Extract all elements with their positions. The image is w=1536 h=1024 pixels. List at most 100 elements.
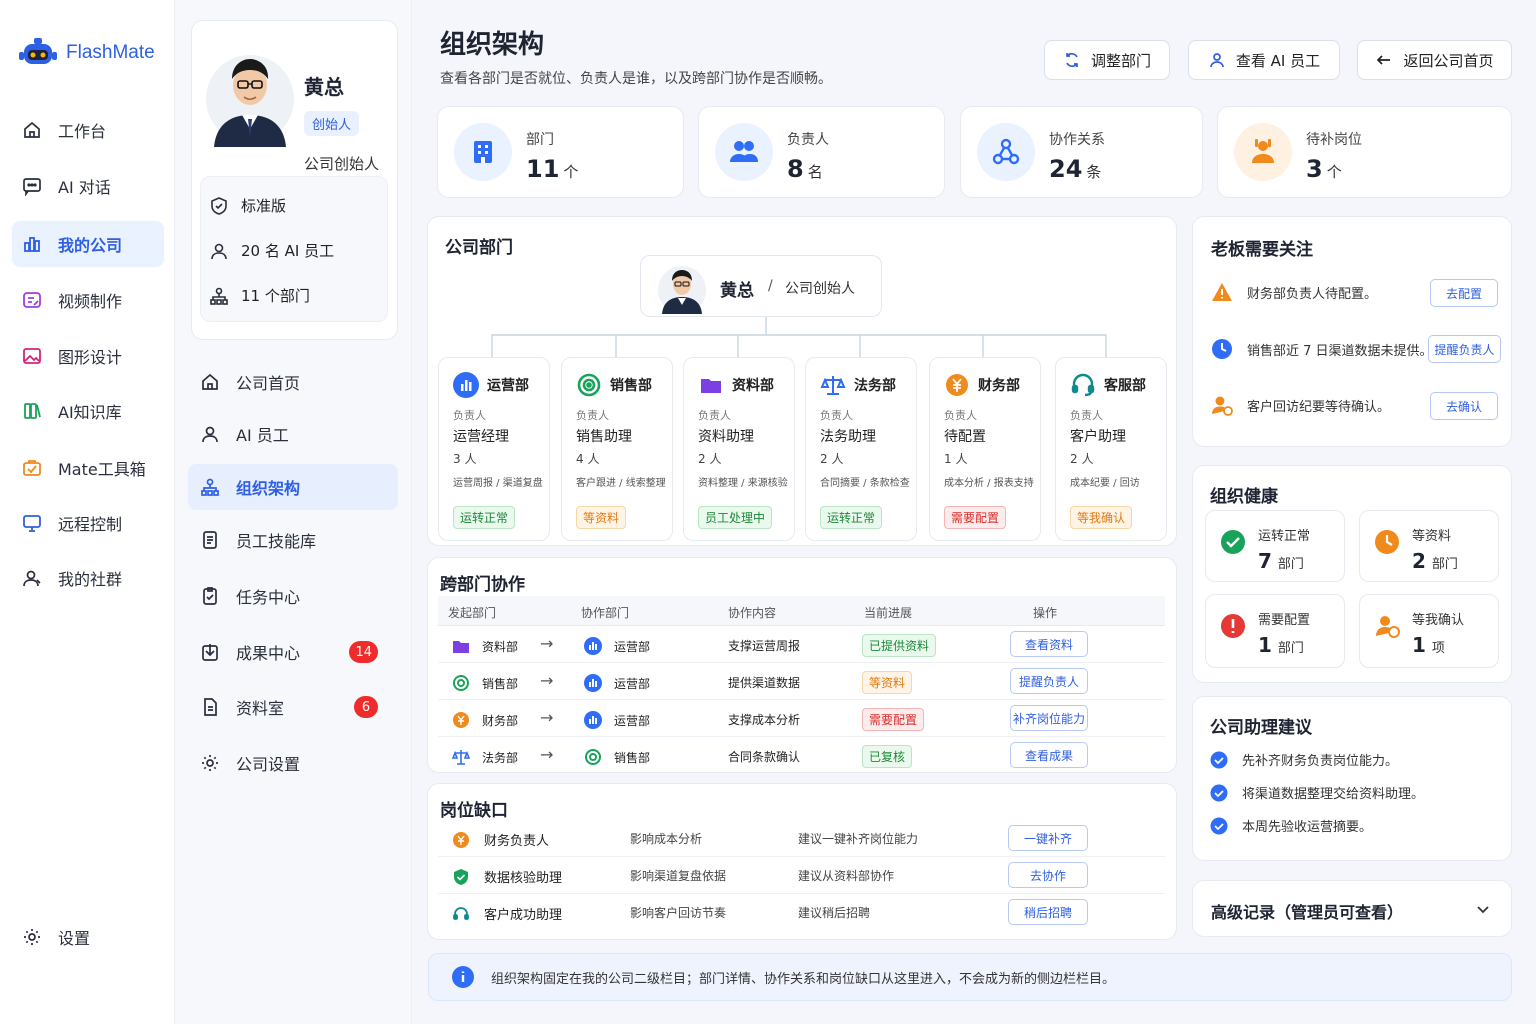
configure-button[interactable]: 去配置	[1430, 279, 1498, 307]
go-collaborate-button[interactable]: 去协作	[1008, 862, 1088, 888]
from-dept: 销售部	[482, 676, 519, 691]
dept-count: 2 人	[698, 452, 722, 466]
view-materials-button[interactable]: 查看资料	[1010, 631, 1088, 657]
dept-lead-label: 负责人	[1070, 409, 1103, 422]
gap-suggestion: 建议从资料部协作	[798, 869, 895, 883]
one-click-fill-button[interactable]: 一键补齐	[1008, 825, 1088, 851]
collab-content: 合同条款确认	[728, 750, 801, 764]
gap-impact: 影响客户回访节奏	[630, 906, 727, 920]
dept-lead-label: 负责人	[944, 409, 977, 422]
status-badge: 已复核	[862, 745, 913, 768]
confirm-button[interactable]: 去确认	[1430, 392, 1498, 420]
health-unit: 部门	[1277, 557, 1304, 572]
dept-card-legal[interactable]: 法务部 负责人 法务助理 2 人 合同摘要 / 条款检查 运转正常	[805, 357, 917, 541]
health-value: 2 部门	[1412, 549, 1458, 573]
status-badge: 运转正常	[453, 506, 516, 529]
health-number: 7	[1258, 549, 1272, 573]
status-badge: 等我确认	[1070, 506, 1133, 529]
dept-card-finance[interactable]: 财务部 负责人 待配置 1 人 成本分析 / 报表支持 需要配置	[929, 357, 1041, 541]
dept-manager: 销售助理	[576, 429, 632, 445]
gaps-title: 岗位缺口	[440, 801, 508, 821]
dept-manager: 法务助理	[820, 429, 876, 445]
check-circle-icon	[1210, 817, 1228, 835]
user-alert-icon	[1211, 394, 1233, 416]
health-label: 需要配置	[1258, 613, 1311, 628]
dept-count: 3 人	[453, 452, 477, 466]
dept-card-operations[interactable]: 运营部 负责人 运营经理 3 人 运营周报 / 渠道复盘 运转正常	[438, 357, 550, 541]
health-title: 组织健康	[1210, 487, 1278, 507]
suggestion-item: 将渠道数据整理交给资料助理。	[1210, 783, 1424, 802]
health-number: 1	[1412, 633, 1426, 657]
collab-content: 提供渠道数据	[728, 676, 801, 690]
yen-icon	[452, 831, 470, 849]
status-badge: 等资料	[576, 506, 627, 529]
dept-desc: 成本分析 / 报表支持	[944, 478, 1034, 489]
dept-card-archive[interactable]: 资料部 负责人 资料助理 2 人 资料整理 / 来源核验 员工处理中	[683, 357, 795, 541]
dept-lead-label: 负责人	[698, 409, 731, 422]
chart-icon	[584, 637, 602, 655]
status-badge: 已提供资料	[862, 634, 937, 657]
alert-circle-icon	[1220, 613, 1246, 639]
advanced-title: 高级记录（管理员可查看）	[1211, 903, 1404, 922]
suggestion-text: 本周先验收运营摘要。	[1242, 820, 1373, 835]
dept-name: 客服部	[1104, 378, 1146, 394]
shield-check-icon	[452, 868, 470, 886]
dept-lead-label: 负责人	[453, 409, 486, 422]
table-row: 销售部 → 运营部 提供渠道数据 等资料 提醒负责人	[438, 663, 1165, 700]
dept-count: 4 人	[576, 452, 600, 466]
scale-icon	[820, 372, 846, 398]
chart-icon	[453, 372, 479, 398]
info-icon	[451, 965, 475, 989]
chart-icon	[584, 674, 602, 692]
attention-item: 销售部近 7 日渠道数据未提供。	[1211, 338, 1433, 360]
gap-impact: 影响渠道复盘依据	[630, 869, 727, 883]
dept-card-sales[interactable]: 销售部 负责人 销售助理 4 人 客户跟进 / 线索整理 等资料	[561, 357, 673, 541]
suggestion-item: 本周先验收运营摘要。	[1210, 816, 1372, 835]
dept-lead-label: 负责人	[576, 409, 609, 422]
dept-name: 资料部	[732, 378, 774, 394]
dept-name: 运营部	[487, 378, 529, 394]
scale-icon	[452, 748, 470, 766]
dept-manager: 运营经理	[453, 429, 509, 445]
dept-count: 2 人	[820, 452, 844, 466]
attention-text: 客户回访纪要等待确认。	[1247, 399, 1391, 415]
dept-manager: 待配置	[944, 429, 986, 445]
arrow-right-icon: →	[540, 745, 554, 764]
folder-icon	[452, 637, 470, 655]
col-header: 协作内容	[728, 606, 777, 620]
dept-desc: 成本纪要 / 回访	[1070, 478, 1140, 489]
dept-count: 1 人	[944, 452, 968, 466]
info-text: 组织架构固定在我的公司二级栏目；部门详情、协作关系和岗位缺口从这里进入，不会成为…	[491, 971, 1116, 987]
check-circle-icon	[1210, 784, 1228, 802]
suggestions-title: 公司助理建议	[1210, 718, 1312, 738]
col-header: 当前进展	[864, 606, 913, 620]
health-card-waiting: 等资料 2 部门	[1359, 510, 1499, 582]
to-dept: 运营部	[614, 676, 651, 691]
to-dept: 运营部	[614, 639, 651, 654]
col-header: 操作	[1033, 606, 1058, 620]
yen-icon	[944, 372, 970, 398]
dept-card-service[interactable]: 客服部 负责人 客户助理 2 人 成本纪要 / 回访 等我确认	[1055, 357, 1167, 541]
dept-count: 2 人	[1070, 452, 1094, 466]
remind-lead-button[interactable]: 提醒负责人	[1428, 335, 1501, 363]
folder-icon	[698, 372, 724, 398]
chevron-down-icon	[1475, 901, 1491, 917]
health-label: 运转正常	[1258, 529, 1311, 544]
dept-manager: 客户助理	[1070, 429, 1126, 445]
arrow-right-icon: →	[540, 708, 554, 727]
gap-role: 客户成功助理	[484, 908, 563, 923]
health-unit: 项	[1431, 641, 1445, 656]
advanced-records-toggle[interactable]: 高级记录（管理员可查看）	[1192, 880, 1512, 937]
check-circle-icon	[1210, 751, 1228, 769]
health-unit: 部门	[1431, 557, 1458, 572]
yen-icon	[452, 711, 470, 729]
remind-lead-button[interactable]: 提醒负责人	[1010, 668, 1088, 694]
view-results-button[interactable]: 查看成果	[1010, 742, 1088, 768]
gap-row: 客户成功助理 影响客户回访节奏 建议稍后招聘 稍后招聘	[438, 894, 1165, 931]
fill-role-button[interactable]: 补齐岗位能力	[1010, 705, 1088, 731]
hire-later-button[interactable]: 稍后招聘	[1008, 899, 1088, 925]
status-badge: 运转正常	[820, 506, 883, 529]
health-value: 7 部门	[1258, 549, 1304, 573]
headset-icon	[1070, 372, 1096, 398]
dept-desc: 运营周报 / 渠道复盘	[453, 478, 543, 489]
